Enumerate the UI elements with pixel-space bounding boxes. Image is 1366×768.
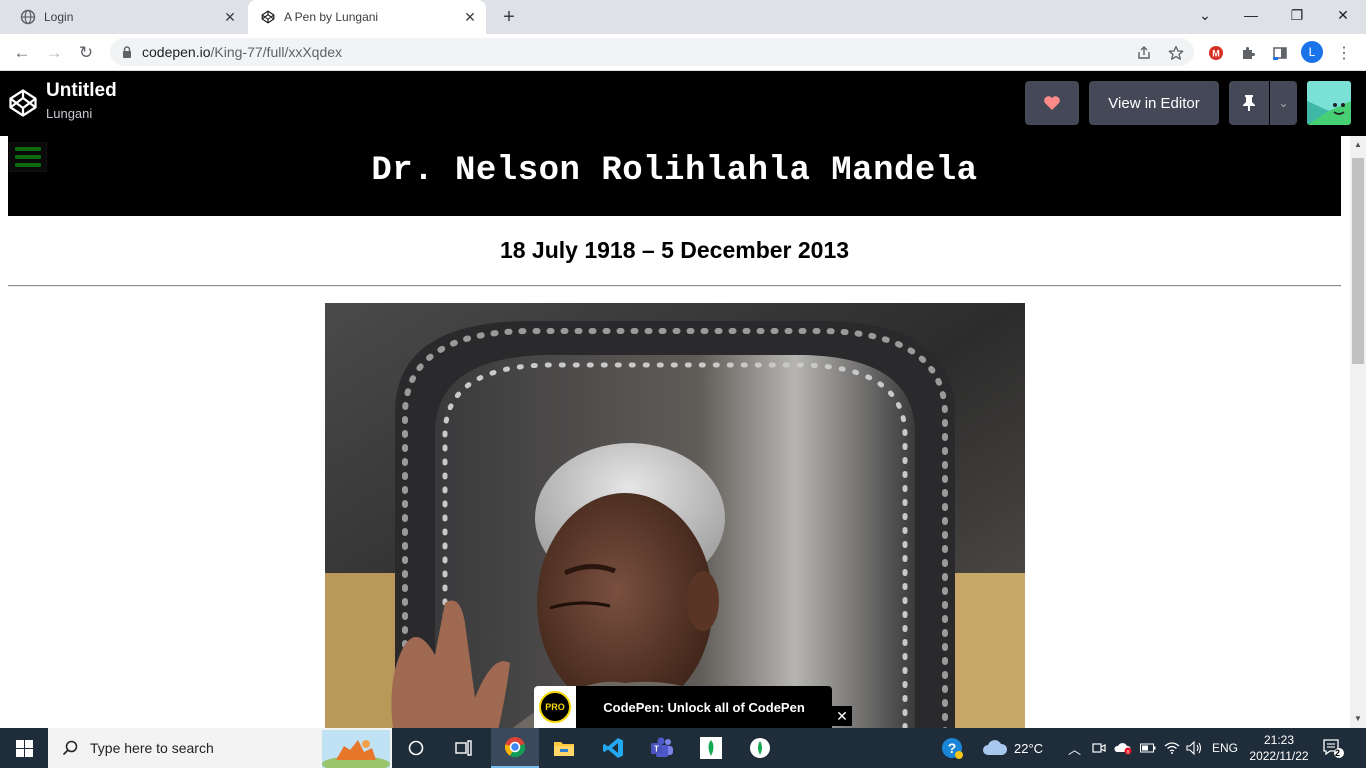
browser-toolbar: ← → ↻ codepen.io/King-77/full/xxXqdex M … — [0, 34, 1366, 71]
search-highlight-fox-icon — [322, 730, 390, 768]
pin-icon — [1243, 95, 1255, 111]
svg-text:?: ? — [948, 740, 957, 756]
forward-button[interactable]: → — [40, 39, 68, 67]
notification-count-badge: 2 — [1335, 748, 1341, 758]
clock-time: 21:23 — [1263, 733, 1295, 747]
scroll-up-arrow-icon[interactable]: ▲ — [1353, 140, 1363, 150]
meet-now-icon[interactable] — [1092, 728, 1106, 768]
lock-icon — [120, 45, 134, 59]
pro-promo-banner[interactable]: PRO CodePen: Unlock all of CodePen — [534, 686, 832, 728]
url-path: /King-77/full/xxXqdex — [210, 44, 343, 60]
portrait-image — [325, 303, 1025, 728]
weather-temperature[interactable]: 22°C — [1014, 728, 1043, 768]
address-bar[interactable]: codepen.io/King-77/full/xxXqdex — [110, 38, 1194, 66]
pen-author[interactable]: Lungani — [46, 106, 92, 121]
scroll-down-arrow-icon[interactable]: ▼ — [1353, 714, 1363, 724]
tab-login[interactable]: Login ✕ — [8, 0, 246, 34]
page-scrollbar[interactable]: ▲ ▼ — [1350, 136, 1366, 728]
battery-icon[interactable] — [1140, 728, 1156, 768]
volume-icon[interactable] — [1186, 728, 1204, 768]
heart-icon — [1044, 96, 1060, 110]
notification-center-icon[interactable]: 2 — [1322, 728, 1344, 768]
back-button[interactable]: ← — [8, 39, 36, 67]
side-panel-icon[interactable] — [1270, 43, 1290, 63]
view-in-editor-button[interactable]: View in Editor — [1089, 81, 1219, 125]
life-dates: 18 July 1918 – 5 December 2013 — [499, 237, 850, 263]
globe-icon — [20, 9, 36, 25]
divider — [8, 285, 1341, 287]
browser-tab-strip: Login ✕ A Pen by Lungani ✕ + ⌄ — ❐ ✕ — [0, 0, 1366, 34]
bookmark-star-icon[interactable] — [1166, 43, 1186, 63]
file-explorer-icon[interactable] — [541, 728, 587, 768]
vscode-icon[interactable] — [590, 728, 636, 768]
tab-search-icon[interactable]: ⌄ — [1182, 0, 1228, 30]
wifi-icon[interactable] — [1164, 728, 1180, 768]
pen-title: Untitled — [46, 80, 117, 101]
pro-badge: PRO — [534, 686, 576, 728]
browser-menu-icon[interactable]: ⋮ — [1334, 43, 1354, 63]
pen-preview: Dr. Nelson Rolihlahla Mandela 18 July 19… — [0, 136, 1350, 728]
pin-button[interactable] — [1229, 81, 1269, 125]
tab-title: A Pen by Lungani — [284, 10, 379, 24]
pro-promo-message[interactable]: CodePen: Unlock all of CodePen — [576, 700, 832, 715]
pro-badge-label: PRO — [539, 691, 571, 723]
scroll-thumb[interactable] — [1352, 158, 1364, 364]
taskbar-search[interactable]: Type here to search — [48, 728, 392, 768]
minimize-button[interactable]: — — [1228, 0, 1274, 30]
page-title: Dr. Nelson Rolihlahla Mandela — [371, 152, 978, 190]
url-host: codepen.io — [142, 44, 211, 60]
profile-avatar[interactable]: L — [1301, 41, 1323, 63]
heart-button[interactable] — [1025, 81, 1079, 125]
share-icon[interactable] — [1134, 43, 1154, 63]
restore-button[interactable]: ❐ — [1274, 0, 1320, 30]
clock[interactable]: 21:23 2022/11/22 — [1248, 728, 1310, 768]
url-text: codepen.io/King-77/full/xxXqdex — [142, 44, 342, 60]
clock-date: 2022/11/22 — [1249, 749, 1309, 763]
task-view-icon[interactable] — [444, 728, 484, 768]
tab-title: Login — [44, 10, 74, 24]
search-placeholder: Type here to search — [90, 740, 214, 756]
title-banner: Dr. Nelson Rolihlahla Mandela — [8, 136, 1341, 216]
svg-text:T: T — [654, 745, 659, 754]
teams-icon[interactable]: T — [639, 728, 685, 768]
close-promo-icon[interactable]: ✕ — [832, 706, 852, 726]
codepen-header: Untitled Lungani View in Editor ⌄ — [0, 71, 1366, 136]
user-avatar[interactable] — [1307, 81, 1351, 125]
cortana-icon[interactable] — [396, 728, 436, 768]
codepen-icon — [260, 9, 276, 25]
input-language[interactable]: ENG — [1212, 728, 1238, 768]
search-icon — [62, 740, 78, 756]
reload-button[interactable]: ↻ — [72, 39, 100, 67]
help-icon[interactable]: ? — [940, 728, 964, 768]
onedrive-error-icon[interactable]: x — [1114, 728, 1132, 768]
weather-cloud-icon[interactable] — [982, 728, 1008, 768]
chrome-taskbar-icon[interactable] — [491, 728, 539, 768]
windows-taskbar: Type here to search T ? 22°C ︿ x ENG 21:… — [0, 728, 1366, 768]
close-tab-icon[interactable]: ✕ — [218, 5, 242, 29]
show-hidden-icons-icon[interactable]: ︿ — [1068, 728, 1081, 768]
mongodb-compass-icon[interactable] — [688, 728, 734, 768]
extension-m-icon[interactable]: M — [1206, 43, 1226, 63]
svg-text:x: x — [1127, 750, 1130, 756]
new-tab-button[interactable]: + — [497, 5, 521, 29]
pin-dropdown-button[interactable]: ⌄ — [1270, 81, 1297, 125]
close-window-button[interactable]: ✕ — [1320, 0, 1366, 30]
windows-start-icon[interactable] — [0, 728, 48, 768]
svg-text:M: M — [1212, 49, 1220, 59]
extensions-puzzle-icon[interactable] — [1238, 43, 1258, 63]
tab-pen[interactable]: A Pen by Lungani ✕ — [248, 0, 486, 34]
codepen-logo-icon[interactable] — [8, 88, 38, 118]
close-tab-icon[interactable]: ✕ — [458, 5, 482, 29]
mongodb-icon[interactable] — [737, 728, 783, 768]
